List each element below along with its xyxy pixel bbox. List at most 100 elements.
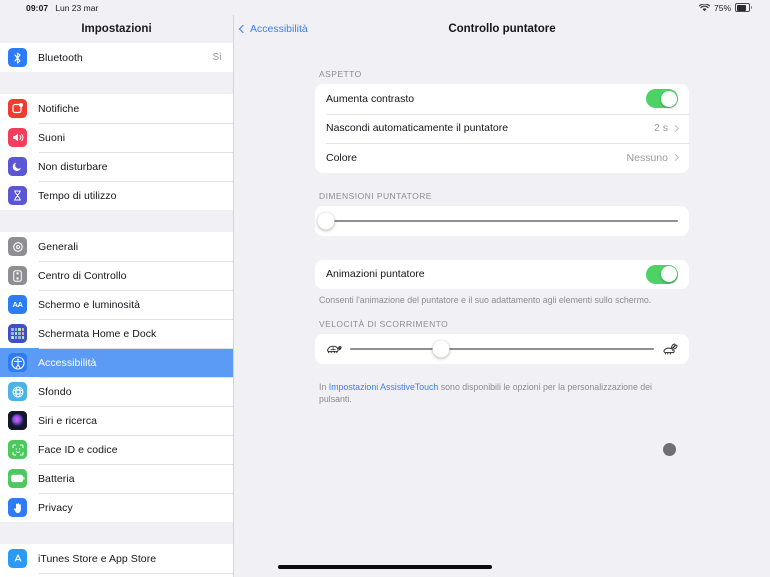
- sidebar-item-label: iTunes Store e App Store: [38, 552, 157, 565]
- app-store-icon: [8, 549, 27, 568]
- sidebar-item-label: Centro di Controllo: [38, 269, 127, 282]
- wallpaper-icon: [8, 382, 27, 401]
- sidebar-item-label: Sfondo: [38, 385, 72, 398]
- sidebar-item-suoni[interactable]: Suoni: [0, 123, 233, 152]
- do-not-disturb-icon: [8, 157, 27, 176]
- sidebar-item-label: Siri e ricerca: [38, 414, 98, 427]
- sidebar-item-sfondo[interactable]: Sfondo: [0, 377, 233, 406]
- back-button-label: Accessibilità: [250, 23, 308, 35]
- assistive-touch-pointer[interactable]: [663, 443, 676, 456]
- sidebar-item-tempo-di-utilizzo[interactable]: Tempo di utilizzo: [0, 181, 233, 210]
- sidebar-group-connectivity: Bluetooth Sì: [0, 43, 233, 72]
- row-label: Aumenta contrasto: [326, 92, 415, 105]
- sidebar-item-schermata-home-e-dock[interactable]: Schermata Home e Dock: [0, 319, 233, 348]
- status-time: 09:07: [26, 2, 49, 13]
- section-header-appearance: ASPETTO: [319, 69, 362, 79]
- sidebar-item-label: Schermo e luminosità: [38, 298, 140, 311]
- sidebar-item-privacy[interactable]: Privacy: [0, 493, 233, 522]
- status-bar-left: 09:07 Lun 23 mar: [8, 3, 98, 13]
- row-label: Animazioni puntatore: [326, 268, 425, 281]
- detail-scroll-area[interactable]: ASPETTO Aumenta contrasto Nascondi autom…: [234, 43, 770, 577]
- sidebar-item-generali[interactable]: Generali: [0, 232, 233, 261]
- row-value: Nessuno: [626, 151, 668, 164]
- scroll-speed-slider[interactable]: [350, 340, 654, 358]
- row-label: Colore: [326, 151, 357, 164]
- sidebar-item-label: Face ID e codice: [38, 443, 118, 456]
- sidebar-item-wallet-e-apple-pay[interactable]: Wallet e Apple Pay: [0, 573, 233, 577]
- wifi-icon: [698, 3, 710, 12]
- row-label: Nascondi automaticamente il puntatore: [326, 122, 509, 135]
- pointer-size-slider-card: [315, 205, 689, 236]
- general-gear-icon: [8, 237, 27, 256]
- accessibility-icon: [8, 353, 27, 372]
- sidebar-item-schermo-e-luminosita[interactable]: AA Schermo e luminosità: [0, 290, 233, 319]
- row-value: 2 s: [653, 122, 668, 135]
- home-indicator[interactable]: [278, 565, 492, 569]
- sidebar-title: Impostazioni: [0, 15, 233, 43]
- sidebar-item-centro-di-controllo[interactable]: Centro di Controllo: [0, 261, 233, 290]
- sidebar-item-bluetooth[interactable]: Bluetooth Sì: [0, 43, 233, 72]
- sidebar-item-non-disturbare[interactable]: Non disturbare: [0, 152, 233, 181]
- sidebar-divider-1: [0, 72, 233, 94]
- settings-sidebar: Impostazioni Bluetooth Sì Notifiche Suon…: [0, 15, 234, 577]
- settings-content: ASPETTO Aumenta contrasto Nascondi autom…: [315, 43, 689, 406]
- sidebar-item-notifiche[interactable]: Notifiche: [0, 94, 233, 123]
- sidebar-item-face-id-e-codice[interactable]: Face ID e codice: [0, 435, 233, 464]
- increase-contrast-toggle[interactable]: [646, 89, 678, 109]
- sidebar-item-label: Schermata Home e Dock: [38, 327, 157, 340]
- detail-navigation-bar: Accessibilità Controllo puntatore: [234, 15, 770, 43]
- sidebar-scroll-area[interactable]: Bluetooth Sì Notifiche Suoni Non disturb…: [0, 43, 233, 577]
- detail-pane: Accessibilità Controllo puntatore ASPETT…: [234, 15, 770, 577]
- screen-time-icon: [8, 186, 27, 205]
- split-view: Impostazioni Bluetooth Sì Notifiche Suon…: [0, 15, 770, 577]
- sidebar-divider-2: [0, 210, 233, 232]
- assistive-touch-note: In Impostazioni AssistiveTouch sono disp…: [315, 382, 689, 406]
- turtle-icon: [326, 342, 342, 355]
- sidebar-group-notifications: Notifiche Suoni Non disturbare Tempo di …: [0, 94, 233, 210]
- sidebar-item-label: Accessibilità: [38, 356, 97, 369]
- section-header-pointer-size: DIMENSIONI PUNTATORE: [319, 190, 432, 201]
- row-aumenta-contrasto[interactable]: Aumenta contrasto: [315, 84, 689, 114]
- row-colore[interactable]: Colore Nessuno: [315, 143, 689, 173]
- sidebar-item-label: Suoni: [38, 131, 66, 144]
- sidebar-item-itunes-store-e-app-store[interactable]: iTunes Store e App Store: [0, 544, 233, 573]
- sidebar-group-system: Generali Centro di Controllo AA Schermo …: [0, 232, 233, 522]
- chevron-right-icon: [671, 154, 680, 162]
- chevron-right-icon: [671, 124, 680, 132]
- sidebar-group-stores: iTunes Store e App Store Wallet e Apple …: [0, 544, 233, 577]
- pointer-size-slider-thumb[interactable]: [317, 212, 335, 229]
- pointer-animations-toggle[interactable]: [646, 264, 678, 284]
- assistive-touch-link[interactable]: Impostazioni AssistiveTouch: [329, 382, 439, 392]
- sounds-icon: [8, 128, 27, 147]
- sidebar-item-accessibilita[interactable]: Accessibilità: [0, 348, 233, 377]
- row-animazioni-puntatore[interactable]: Animazioni puntatore: [315, 260, 689, 290]
- row-nascondi-automaticamente-il-puntatore[interactable]: Nascondi automaticamente il puntatore 2 …: [315, 113, 689, 144]
- chevron-left-icon: [238, 24, 248, 34]
- sidebar-divider-3: [0, 522, 233, 544]
- face-id-icon: [8, 440, 27, 459]
- siri-icon: [8, 411, 27, 430]
- sidebar-item-label: Generali: [38, 240, 79, 253]
- pointer-animations-footnote: Consenti l'animazione del puntatore e il…: [319, 295, 652, 305]
- bluetooth-icon: [8, 48, 27, 67]
- page-title: Controllo puntatore: [448, 23, 556, 35]
- control-center-icon: [8, 266, 27, 285]
- back-button[interactable]: Accessibilità: [234, 23, 308, 35]
- sidebar-item-value: Sì: [212, 52, 222, 63]
- sidebar-item-siri-e-ricerca[interactable]: Siri e ricerca: [0, 406, 233, 435]
- section-header-scroll-speed: VELOCITÀ DI SCORRIMENTO: [319, 318, 449, 329]
- battery-icon: [735, 3, 752, 12]
- sidebar-item-label: Tempo di utilizzo: [38, 189, 117, 202]
- sidebar-item-batteria[interactable]: Batteria: [0, 464, 233, 493]
- scroll-speed-slider-thumb[interactable]: [432, 340, 450, 358]
- status-bar: 09:07 Lun 23 mar 75%: [0, 0, 770, 15]
- home-screen-dock-icon: [8, 324, 27, 343]
- status-date: Lun 23 mar: [55, 2, 99, 13]
- display-brightness-icon: AA: [8, 295, 27, 314]
- notifications-icon: [8, 99, 27, 118]
- pointer-size-slider[interactable]: [317, 212, 678, 229]
- status-bar-right: 75%: [698, 3, 762, 13]
